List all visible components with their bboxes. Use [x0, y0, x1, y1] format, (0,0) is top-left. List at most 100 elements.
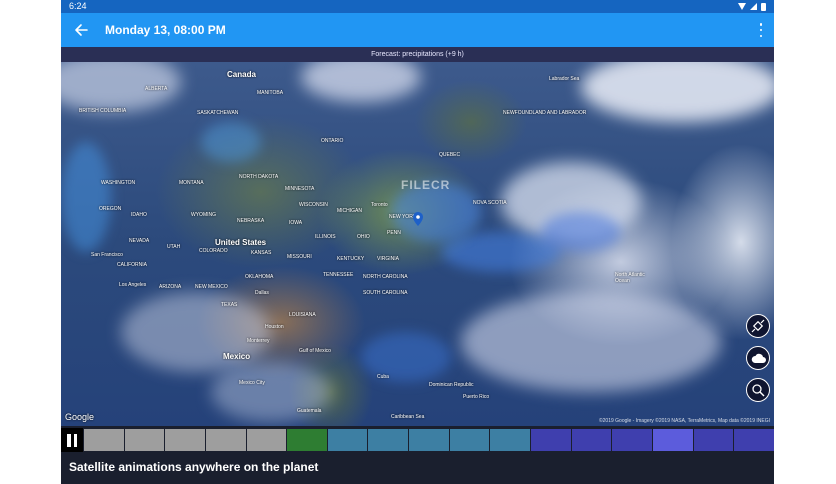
google-logo: Google [65, 412, 95, 422]
map-label: SOUTH CAROLINA [363, 290, 408, 296]
timeline-slot[interactable] [571, 429, 612, 451]
map-label: Canada [227, 70, 256, 79]
zoom-button[interactable] [746, 378, 770, 402]
zoom-icon [752, 384, 765, 397]
map-label: MINNESOTA [285, 186, 315, 192]
precipitation-area [541, 212, 621, 252]
map-label: United States [215, 238, 267, 247]
map-label: TENNESSEE [323, 272, 354, 278]
map-label: SASKATCHEWAN [197, 110, 239, 116]
map-label: Caribbean Sea [391, 414, 425, 420]
map-label: Mexico [223, 352, 251, 361]
map-label: COLORADO [199, 248, 228, 254]
animation-timeline [61, 428, 774, 452]
timeline-slot[interactable] [612, 429, 652, 451]
pause-icon [73, 433, 77, 447]
forecast-label: Forecast: precipitations (+9 h) [61, 47, 774, 62]
timeline-slot[interactable] [246, 429, 287, 451]
timeline-slot[interactable] [165, 429, 205, 451]
signal-icon [750, 3, 757, 10]
timeline-slot[interactable] [368, 429, 409, 451]
satellite-layer-button[interactable] [746, 314, 770, 338]
timeline-slot[interactable] [531, 429, 571, 451]
map-label: NEW MEXICO [195, 284, 228, 290]
map-label: IOWA [289, 220, 303, 226]
timeline-slot[interactable] [124, 429, 165, 451]
location-pin-icon[interactable] [413, 212, 423, 226]
map-label: Houston [265, 324, 284, 330]
timeline-slot[interactable] [490, 429, 531, 451]
map-label: MICHIGAN [337, 208, 362, 214]
map-label: TEXAS [221, 302, 238, 308]
map-label: ARIZONA [159, 284, 182, 290]
map-label: PENN [387, 230, 401, 236]
map-label: NEBRASKA [237, 218, 265, 224]
back-button[interactable] [73, 22, 89, 38]
map-label: ILLINOIS [315, 234, 336, 240]
map-label: MISSOURI [287, 254, 312, 260]
precipitation-area [61, 142, 111, 252]
map-label: San Francisco [91, 252, 123, 258]
map-label: Dallas [255, 290, 269, 296]
map-label: LOUISIANA [289, 312, 316, 318]
weather-map[interactable]: FILECR Canada United States Mexico Labra… [61, 62, 774, 426]
map-label: NEVADA [129, 238, 150, 244]
timeline-slot[interactable] [287, 429, 327, 451]
map-label: KENTUCKY [337, 256, 365, 262]
pause-icon [67, 433, 71, 447]
map-label: Dominican Republic [429, 382, 474, 388]
map-label: WASHINGTON [101, 180, 136, 186]
pause-button[interactable] [61, 428, 83, 452]
map-label: IDAHO [131, 212, 147, 218]
map-label: Monterrey [247, 338, 270, 344]
map-label: MANITOBA [257, 90, 284, 96]
timeline-slot[interactable] [205, 429, 246, 451]
precipitation-area [201, 122, 261, 162]
cloud-layer [301, 62, 421, 102]
timeline-slot[interactable] [693, 429, 734, 451]
map-label: Cuba [377, 374, 389, 380]
overflow-menu-button[interactable] [758, 23, 764, 37]
cloud-layer [461, 292, 721, 392]
status-time: 6:24 [69, 1, 87, 11]
map-label: VIRGINIA [377, 256, 399, 262]
map-label: NORTH DAKOTA [239, 174, 279, 180]
map-label: Los Angeles [119, 282, 147, 288]
cloud-layer-button[interactable] [746, 346, 770, 370]
timeline-slot[interactable] [734, 429, 774, 451]
map-label: WYOMING [191, 212, 216, 218]
watermark: FILECR [401, 178, 451, 192]
status-bar: 6:24 [61, 0, 774, 13]
satellite-icon [751, 319, 765, 333]
map-label: Puerto Rico [463, 394, 490, 400]
map-label: UTAH [167, 244, 181, 250]
map-label: Gulf of Mexico [299, 348, 331, 354]
battery-icon [761, 2, 766, 11]
menu-dot [759, 23, 763, 26]
cloud-layer [581, 62, 774, 122]
wifi-icon [738, 3, 746, 10]
timeline-slot[interactable] [409, 429, 449, 451]
menu-dot [759, 34, 763, 37]
map-label: Labrador Sea [549, 76, 580, 82]
timeline-slot[interactable] [449, 429, 490, 451]
map-label: WISCONSIN [299, 202, 328, 208]
map-label: Toronto [371, 202, 388, 208]
caption: Satellite animations anywhere on the pla… [61, 452, 774, 484]
map-label: North Atlantic Ocean [615, 272, 645, 284]
map-label: OKLAHOMA [245, 274, 274, 280]
map-attribution: ©2019 Google - Imagery ©2019 NASA, Terra… [598, 418, 770, 424]
map-label: QUEBEC [439, 152, 461, 158]
timeline-slot[interactable] [327, 429, 368, 451]
cloud-icon [751, 353, 766, 363]
arrow-back-icon [75, 24, 88, 36]
map-label: KANSAS [251, 250, 272, 256]
map-label: MONTANA [179, 180, 204, 186]
map-label: ALBERTA [145, 86, 168, 92]
timeline-slot[interactable] [652, 429, 693, 451]
map-label: Mexico City [239, 380, 265, 386]
map-label: OHIO [357, 234, 370, 240]
timeline-slot[interactable] [84, 429, 124, 451]
map-label: OREGON [99, 206, 122, 212]
map-label: NEWFOUNDLAND AND LABRADOR [503, 110, 587, 116]
